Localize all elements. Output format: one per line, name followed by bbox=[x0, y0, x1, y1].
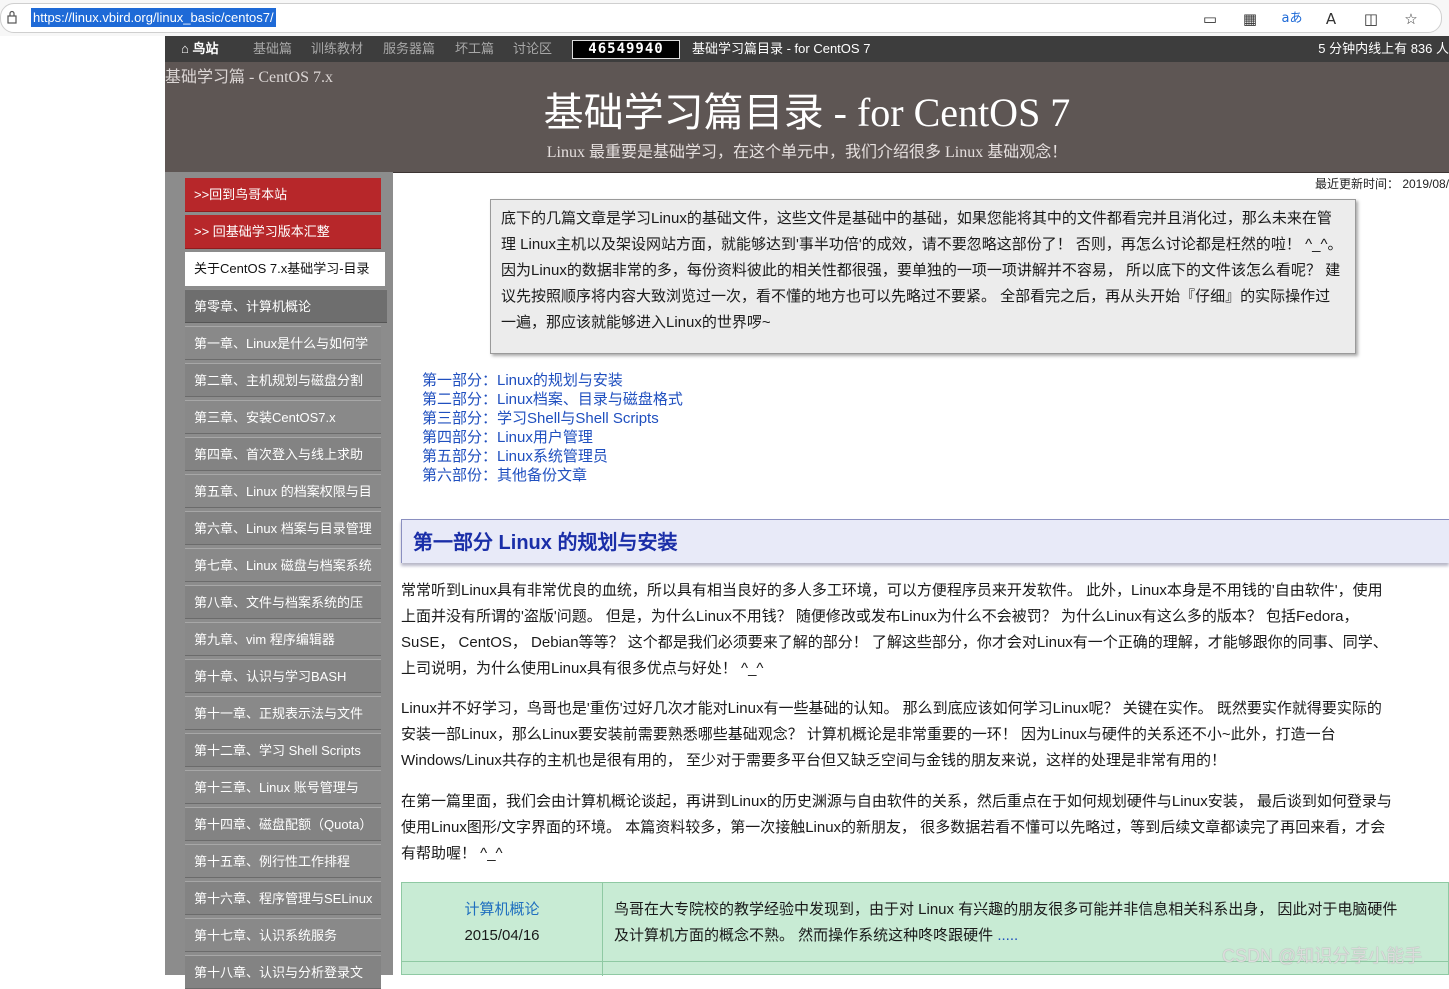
watermark: CSDN @知识分享小能手 bbox=[1222, 946, 1423, 966]
home-icon: ⌂ bbox=[181, 41, 189, 56]
page-subtitle: Linux 最重要是基础学习，在这个单元中，我们介绍很多 Linux 基础观念！ bbox=[546, 144, 1068, 161]
chapter-desc-line: 鸟哥在大专院校的教学经验中发现到，由于对 Linux 有兴趣的朋友很多可能并非信… bbox=[614, 901, 1398, 918]
read-more-link[interactable]: ..... bbox=[993, 927, 1018, 944]
chapter-desc-line: 及计算机方面的概念不熟。 然而操作系统这种咚咚跟硬件 bbox=[614, 927, 994, 944]
screen-icon[interactable]: ▭ bbox=[1201, 10, 1219, 28]
paragraph-line: SuSE， CentOS， Debian等等？ 这个都是我们必须要来了解的部分！… bbox=[401, 634, 1388, 651]
nav-home-label: 鸟站 bbox=[192, 41, 219, 56]
sidebar-item-ch10[interactable]: 第十章、认识与学习BASH bbox=[185, 659, 381, 693]
section-heading-text: 第一部分 Linux 的规划与安装 bbox=[413, 532, 678, 554]
sidebar-item-ch0[interactable]: 第零章、计算机概论 bbox=[185, 289, 387, 323]
sidebar-item-back-versions[interactable]: >> 回基础学习版本汇整 bbox=[185, 215, 381, 249]
paragraph-line: 常常听到Linux具有非常优良的血统，所以具有相当良好的多人多工环境，可以方便程… bbox=[401, 582, 1383, 599]
paragraph-2: Linux并不好学习，鸟哥也是'重伤'过好几次才能对Linux有一些基础的认知。… bbox=[401, 696, 1449, 774]
last-updated: 最近更新时间： 2019/08/ bbox=[1315, 177, 1449, 191]
nav-item-basic[interactable]: 基础篇 bbox=[253, 36, 292, 62]
page-title: 基础学习篇目录 - for CentOS 7 bbox=[543, 90, 1071, 135]
nav-home[interactable]: ⌂ 鸟站 bbox=[181, 36, 219, 62]
section-heading-part-1: 第一部分 Linux 的规划与安装 bbox=[401, 519, 1449, 563]
sidebar-item-about[interactable]: 关于CentOS 7.x基础学习-目录 bbox=[185, 252, 385, 286]
sidebar-item-ch12[interactable]: 第十二章、学习 Shell Scripts bbox=[185, 733, 381, 767]
intro-box: 底下的几篇文章是学习Linux的基础文件，这些文件是基础中的基础，如果您能将其中… bbox=[490, 199, 1356, 354]
sidebar-item-ch8[interactable]: 第八章、文件与档案系统的压 bbox=[185, 585, 381, 619]
sidebar-item-ch5[interactable]: 第五章、Linux 的档案权限与目 bbox=[185, 474, 381, 508]
sidebar-item-ch18[interactable]: 第十八章、认识与分析登录文 bbox=[185, 955, 381, 989]
visit-counter: 46549940 bbox=[572, 40, 680, 59]
sidebar-item-ch4[interactable]: 第四章、首次登入与线上求助 bbox=[185, 437, 381, 471]
sidebar-item-ch13[interactable]: 第十三章、Linux 账号管理与 bbox=[185, 770, 381, 804]
toc-part-5[interactable]: 第五部分：Linux系统管理员 bbox=[422, 447, 683, 466]
sidebar-item-ch11[interactable]: 第十一章、正规表示法与文件 bbox=[185, 696, 381, 730]
online-count: 5 分钟内线上有 836 人 bbox=[1318, 41, 1449, 56]
sidebar-item-ch17[interactable]: 第十七章、认识系统服务 bbox=[185, 918, 381, 952]
chapter-cell: 计算机概论 2015/04/16 bbox=[402, 883, 603, 976]
sidebar-item-ch9[interactable]: 第九章、vim 程序编辑器 bbox=[185, 622, 381, 656]
paragraph-line: 使用Linux图形/文字界面的环境。 本篇资料较多，第一次接触Linux的新朋友… bbox=[401, 819, 1386, 836]
nav-item-training[interactable]: 训练教材 bbox=[311, 36, 363, 62]
sidebar-item-back-home[interactable]: >>回到鸟哥本站 bbox=[185, 178, 381, 212]
paragraph-line: Windows/Linux共存的主机也是很有用的， 至少对于需要多平台但又缺乏空… bbox=[401, 752, 1227, 769]
nav-page-title: 基础学习篇目录 - for CentOS 7 bbox=[692, 41, 871, 56]
paragraph-3: 在第一篇里面，我们会由计算机概论谈起，再讲到Linux的历史渊源与自由软件的关系… bbox=[401, 789, 1449, 867]
chapter-date: 2015/04/16 bbox=[464, 927, 540, 944]
breadcrumb[interactable]: 基础学习篇 - CentOS 7.x bbox=[165, 68, 333, 88]
page-info-icon[interactable] bbox=[7, 10, 17, 24]
paragraph-line: 上面并没有所谓的'盗版'问题。 但是，为什么Linux不用钱？ 随便修改或发布L… bbox=[401, 608, 1359, 625]
sidebar-item-ch14[interactable]: 第十四章、磁盘配额（Quota） bbox=[185, 807, 381, 841]
sidebar-item-ch6[interactable]: 第六章、Linux 档案与目录管理 bbox=[185, 511, 381, 545]
toc-part-1[interactable]: 第一部分：Linux的规划与安装 bbox=[422, 371, 683, 390]
address-bar[interactable]: https://linux.vbird.org/linux_basic/cent… bbox=[0, 3, 1442, 33]
split-screen-icon[interactable]: ◫ bbox=[1362, 10, 1380, 28]
sidebar-item-ch3[interactable]: 第三章、安装CentOS7.x bbox=[185, 400, 381, 434]
paragraph-line: 在第一篇里面，我们会由计算机概论谈起，再讲到Linux的历史渊源与自由软件的关系… bbox=[401, 793, 1392, 810]
paragraph-line: 有帮助喔！ ^_^ bbox=[401, 845, 503, 862]
paragraph-line: 安装一部Linux，那么Linux要安装前需要熟悉哪些基础观念？ 计算机概论是非… bbox=[401, 726, 1336, 743]
browser-toolbar: https://linux.vbird.org/linux_basic/cent… bbox=[0, 0, 1449, 36]
toc-part-3[interactable]: 第三部分：学习Shell与Shell Scripts bbox=[422, 409, 683, 428]
sidebar: >>回到鸟哥本站 >> 回基础学习版本汇整 关于CentOS 7.x基础学习-目… bbox=[165, 172, 393, 989]
favorite-icon[interactable]: ☆ bbox=[1402, 10, 1420, 28]
paragraph-line: Linux并不好学习，鸟哥也是'重伤'过好几次才能对Linux有一些基础的认知。… bbox=[401, 700, 1382, 717]
nav-item-server[interactable]: 服务器篇 bbox=[383, 36, 435, 62]
translate-icon[interactable]: aあ bbox=[1279, 10, 1305, 28]
toc-part-6[interactable]: 第六部份：其他备份文章 bbox=[422, 466, 683, 485]
toc-part-2[interactable]: 第二部分：Linux档案、目录与磁盘格式 bbox=[422, 390, 683, 409]
sidebar-item-ch16[interactable]: 第十六章、程序管理与SELinux bbox=[185, 881, 381, 915]
sidebar-item-ch2[interactable]: 第二章、主机规划与磁盘分割 bbox=[185, 363, 381, 397]
grid-icon[interactable]: ▦ bbox=[1241, 10, 1259, 28]
chapter-link[interactable]: 计算机概论 bbox=[402, 897, 602, 923]
sidebar-item-ch7[interactable]: 第七章、Linux 磁盘与档案系统 bbox=[185, 548, 381, 582]
sidebar-item-ch1[interactable]: 第一章、Linux是什么与如何学 bbox=[185, 326, 381, 360]
table-of-contents: 第一部分：Linux的规划与安装 第二部分：Linux档案、目录与磁盘格式 第三… bbox=[422, 371, 683, 485]
toc-part-4[interactable]: 第四部分：Linux用户管理 bbox=[422, 428, 683, 447]
paragraph-line: 上司说明，为什么使用Linux具有很多优点与好处！ ^_^ bbox=[401, 660, 764, 677]
sidebar-item-ch15[interactable]: 第十五章、例行性工作排程 bbox=[185, 844, 381, 878]
header-banner: 基础学习篇 - CentOS 7.x 基础学习篇目录 - for CentOS … bbox=[165, 62, 1449, 173]
nav-item-bad-work[interactable]: 坏工篇 bbox=[455, 36, 494, 62]
paragraph-1: 常常听到Linux具有非常优良的血统，所以具有相当良好的多人多工环境，可以方便程… bbox=[401, 578, 1449, 682]
read-aloud-icon[interactable]: A bbox=[1322, 10, 1340, 28]
nav-item-forum[interactable]: 讨论区 bbox=[513, 36, 552, 62]
chapter-description: 鸟哥在大专院校的教学经验中发现到，由于对 Linux 有兴趣的朋友很多可能并非信… bbox=[614, 897, 1444, 949]
url-text[interactable]: https://linux.vbird.org/linux_basic/cent… bbox=[31, 8, 276, 27]
site-nav: ⌂ 鸟站 基础篇 训练教材 服务器篇 坏工篇 讨论区 46549940 基础学习… bbox=[165, 36, 1449, 62]
